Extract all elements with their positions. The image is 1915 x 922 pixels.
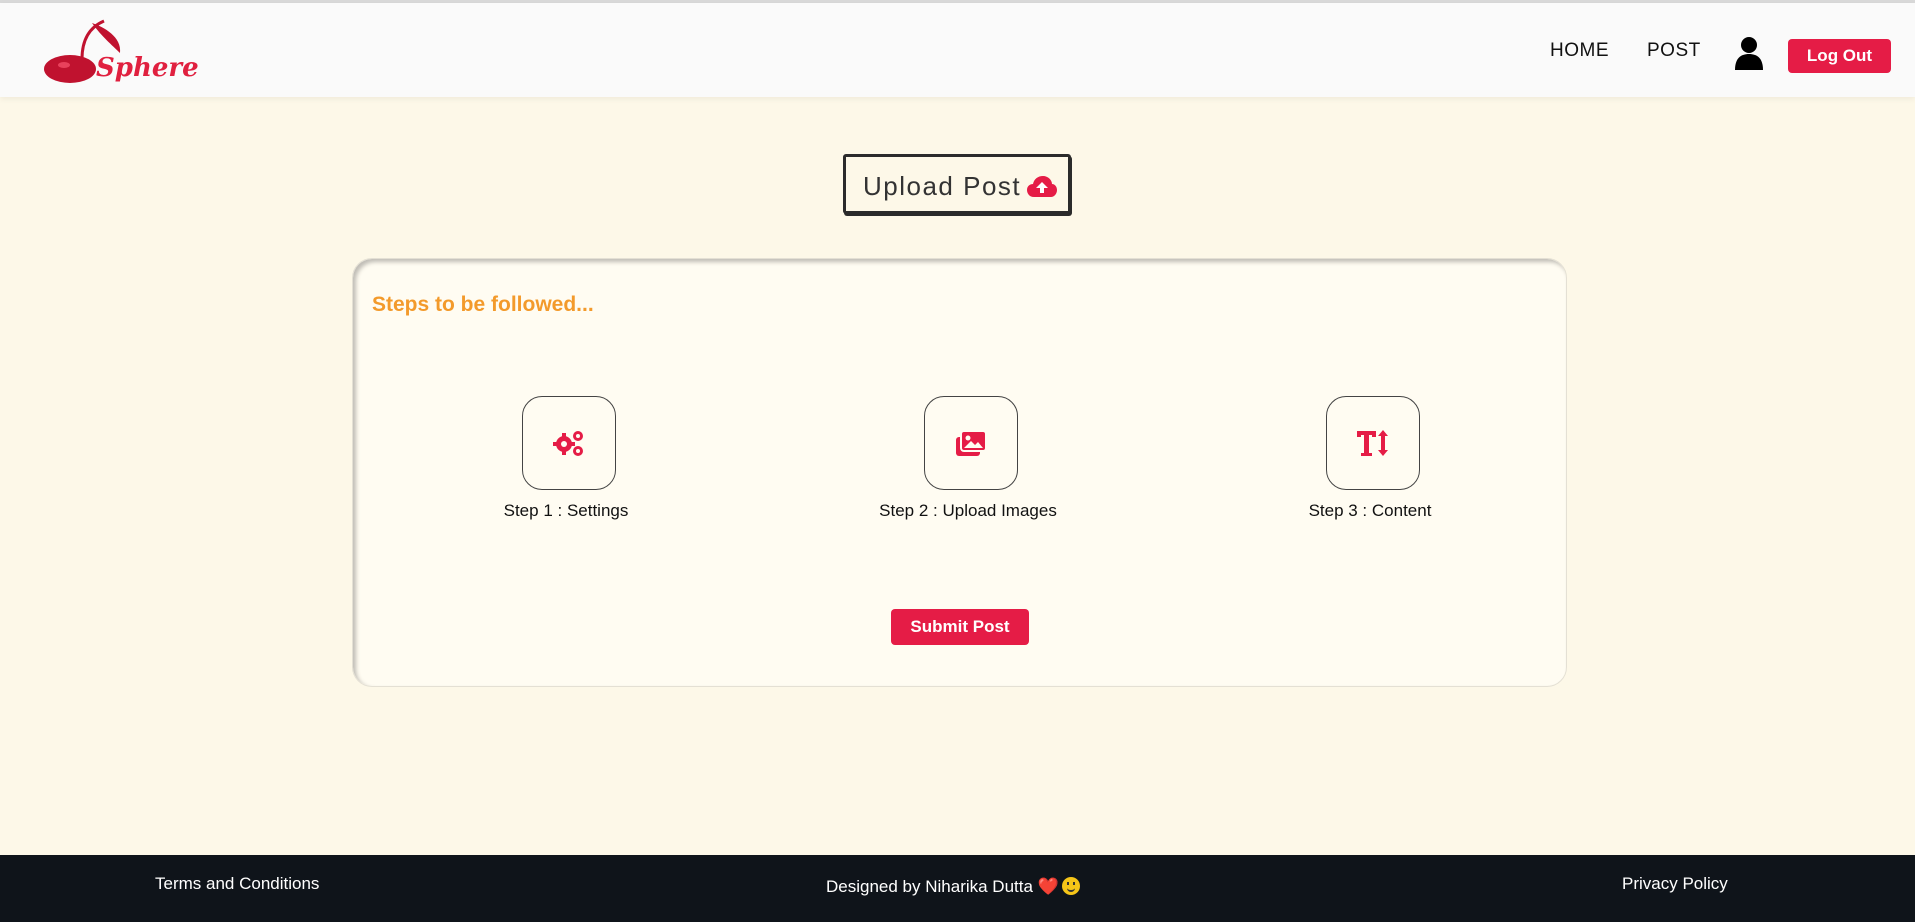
gears-icon [553, 431, 583, 456]
submit-post-button[interactable]: Submit Post [891, 609, 1029, 645]
heart-icon: ❤️ [1037, 877, 1059, 896]
user-icon[interactable] [1734, 36, 1764, 70]
page-title: Upload Post [863, 171, 1022, 201]
step-upload-images-button[interactable] [924, 396, 1018, 490]
step-content: Step 3 : Content [1270, 396, 1470, 536]
step-settings-label: Step 1 : Settings [503, 501, 629, 520]
smile-icon [1061, 877, 1080, 895]
step-upload-images-label: Step 2 : Upload Images [879, 501, 1057, 520]
steps-card: Steps to be followed... Step 1 : Setting… [352, 258, 1567, 687]
privacy-link[interactable]: Privacy Policy [1622, 874, 1728, 894]
step-content-label: Step 3 : Content [1308, 501, 1432, 520]
logo[interactable]: Sphere [42, 19, 199, 89]
navbar: Sphere HOME POST Log Out [0, 3, 1915, 97]
logo-text: Sphere [96, 53, 199, 83]
images-icon [956, 430, 987, 456]
step-upload-images: Step 2 : Upload Images [868, 396, 1068, 536]
cloud-upload-icon [1027, 176, 1057, 197]
terms-link[interactable]: Terms and Conditions [155, 874, 319, 894]
nav-post-link[interactable]: POST [1647, 40, 1701, 62]
step-settings: Step 1 : Settings [466, 396, 666, 536]
step-content-button[interactable] [1326, 396, 1420, 490]
text-height-icon [1357, 430, 1388, 456]
logout-button[interactable]: Log Out [1788, 39, 1891, 73]
step-settings-button[interactable] [522, 396, 616, 490]
footer-credit-text: Designed by Niharika Dutta [826, 877, 1033, 896]
footer: Terms and Conditions Designed by Niharik… [0, 855, 1915, 922]
page-title-box: Upload Post [843, 154, 1071, 214]
steps-heading: Steps to be followed... [372, 293, 594, 316]
footer-credit: Designed by Niharika Dutta ❤️ [826, 877, 1080, 897]
nav-home-link[interactable]: HOME [1550, 40, 1609, 62]
